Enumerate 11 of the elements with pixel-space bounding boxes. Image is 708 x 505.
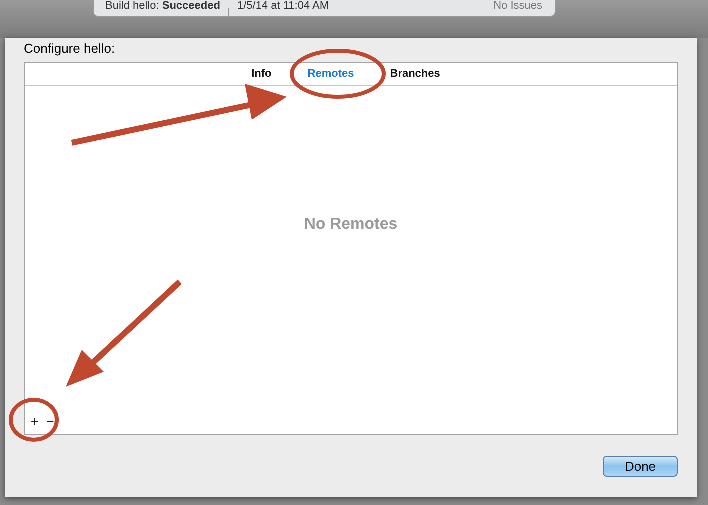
empty-message: No Remotes [304, 216, 398, 234]
add-button[interactable]: + [28, 414, 42, 430]
build-timestamp: 1/5/14 at 11:04 AM [237, 0, 329, 12]
tab[interactable]: Info [234, 63, 290, 85]
done-button[interactable]: Done [603, 456, 678, 477]
build-status: Build hello: Succeeded [106, 0, 220, 12]
tab[interactable]: Remotes [290, 63, 372, 85]
sheet-title: Configure hello: [24, 40, 116, 58]
tab[interactable]: Branches [372, 63, 458, 85]
issues-status: No Issues [494, 0, 542, 12]
remove-button[interactable]: − [44, 414, 58, 430]
